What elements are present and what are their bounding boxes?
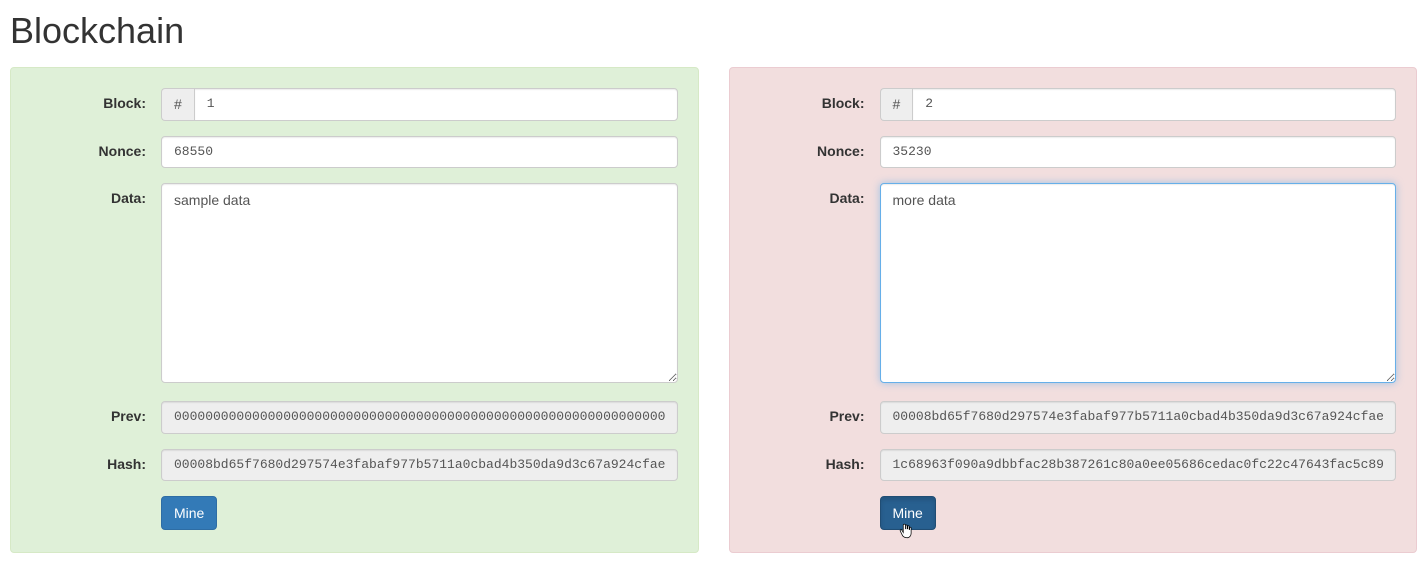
mine-button[interactable]: Mine (161, 496, 217, 530)
prev-hash-output (161, 401, 678, 434)
block-panel-1: Block: # Nonce: Data: Prev: (10, 67, 699, 553)
data-label: Data: (750, 183, 880, 206)
hash-output (880, 449, 1397, 482)
hash-output (161, 449, 678, 482)
mine-button[interactable]: Mine (880, 496, 936, 530)
nonce-label: Nonce: (31, 136, 161, 159)
block-number-input[interactable] (912, 88, 1396, 121)
data-textarea[interactable] (880, 183, 1397, 383)
nonce-label: Nonce: (750, 136, 880, 159)
block-label: Block: (31, 88, 161, 111)
hash-label: Hash: (31, 449, 161, 472)
blocks-row: Block: # Nonce: Data: Prev: (10, 67, 1417, 553)
block-label: Block: (750, 88, 880, 111)
prev-hash-output (880, 401, 1397, 434)
data-textarea[interactable] (161, 183, 678, 383)
block-number-input[interactable] (194, 88, 678, 121)
page-title: Blockchain (10, 10, 1417, 52)
prev-label: Prev: (31, 401, 161, 424)
hash-prefix-icon: # (161, 88, 194, 121)
data-label: Data: (31, 183, 161, 206)
nonce-input[interactable] (161, 136, 678, 169)
prev-label: Prev: (750, 401, 880, 424)
block-panel-2: Block: # Nonce: Data: Prev: (729, 67, 1418, 553)
hash-label: Hash: (750, 449, 880, 472)
hash-prefix-icon: # (880, 88, 913, 121)
nonce-input[interactable] (880, 136, 1397, 169)
